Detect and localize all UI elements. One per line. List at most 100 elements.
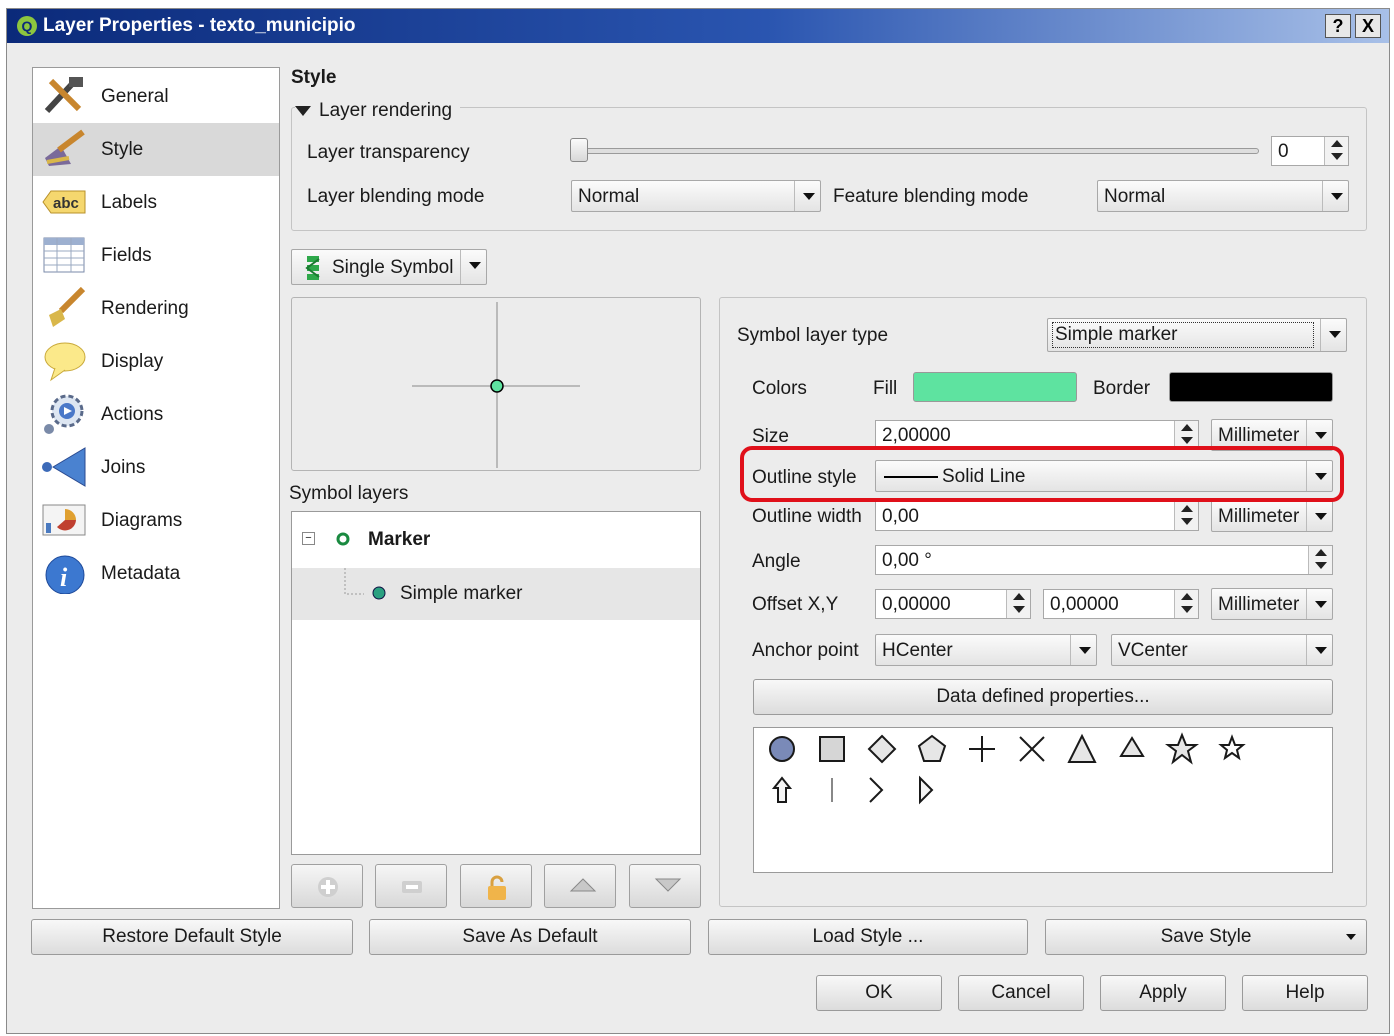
transparency-label: Layer transparency bbox=[307, 142, 470, 163]
transparency-spinbox[interactable]: 0 bbox=[1271, 136, 1349, 166]
outline-width-input[interactable]: 0,00 bbox=[875, 501, 1199, 531]
help-title-button[interactable]: ? bbox=[1325, 14, 1351, 38]
shape-x-icon[interactable] bbox=[1019, 736, 1045, 762]
shape-pentagon-icon[interactable] bbox=[917, 734, 947, 762]
cancel-button[interactable]: Cancel bbox=[958, 975, 1084, 1011]
layer-type-select[interactable]: Simple marker bbox=[1047, 318, 1347, 352]
renderer-select[interactable]: Single Symbol bbox=[291, 249, 487, 285]
labels-abc-icon: abc bbox=[42, 190, 86, 214]
lock-layer-button[interactable] bbox=[460, 864, 532, 908]
shape-cross-icon[interactable] bbox=[969, 736, 995, 762]
shape-circle-icon[interactable] bbox=[769, 736, 795, 762]
sidebar-item-label: Fields bbox=[101, 245, 152, 266]
fill-color-button[interactable] bbox=[913, 372, 1077, 402]
dropdown-arrow-icon bbox=[1306, 635, 1332, 665]
outline-width-unit-select[interactable]: Millimeter bbox=[1211, 500, 1333, 532]
sidebar-item-actions[interactable]: Actions bbox=[33, 388, 279, 441]
layer-rendering-toggle[interactable]: Layer rendering bbox=[295, 100, 461, 122]
offset-label: Offset X,Y bbox=[752, 594, 839, 615]
blending-label: Layer blending mode bbox=[307, 186, 485, 207]
anchor-v-select[interactable]: VCenter bbox=[1111, 634, 1333, 666]
shape-filled-arrowhead-icon[interactable] bbox=[919, 775, 934, 805]
remove-layer-button[interactable] bbox=[375, 864, 447, 908]
sidebar-item-rendering[interactable]: Rendering bbox=[33, 282, 279, 335]
sidebar-item-label: Labels bbox=[101, 192, 157, 213]
close-title-button[interactable]: X bbox=[1355, 14, 1381, 38]
anchor-label: Anchor point bbox=[752, 640, 859, 661]
border-color-button[interactable] bbox=[1169, 372, 1333, 402]
move-down-button[interactable] bbox=[629, 864, 701, 908]
dropdown-arrow-icon bbox=[1320, 319, 1346, 351]
spin-arrows-icon[interactable] bbox=[1174, 421, 1198, 449]
offset-x-input[interactable]: 0,00000 bbox=[875, 589, 1031, 619]
tree-item-marker[interactable]: − Marker bbox=[292, 514, 700, 566]
collapse-box-icon[interactable]: − bbox=[302, 532, 315, 545]
style-heading: Style bbox=[291, 67, 337, 88]
layer-rendering-label: Layer rendering bbox=[319, 100, 453, 121]
add-layer-button[interactable] bbox=[291, 864, 363, 908]
menu-arrow-icon bbox=[1346, 934, 1356, 940]
offset-x-value: 0,00000 bbox=[882, 594, 951, 615]
layer-blending-value: Normal bbox=[578, 186, 640, 207]
anchor-v-value: VCenter bbox=[1118, 640, 1188, 661]
tree-item-simple-marker[interactable]: Simple marker bbox=[292, 568, 700, 620]
save-style-button[interactable]: Save Style bbox=[1045, 919, 1367, 955]
outline-width-value: 0,00 bbox=[882, 506, 919, 527]
angle-input[interactable]: 0,00 ° bbox=[875, 545, 1333, 575]
dropdown-arrow-icon bbox=[1070, 635, 1096, 665]
spin-arrows-icon[interactable] bbox=[1308, 546, 1332, 574]
sidebar-item-label: Metadata bbox=[101, 563, 181, 584]
transparency-slider-handle[interactable] bbox=[570, 138, 588, 162]
sidebar-nav: General Style abc Labels Fields Renderin… bbox=[32, 67, 280, 909]
offset-y-input[interactable]: 0,00000 bbox=[1043, 589, 1199, 619]
shape-diamond-icon[interactable] bbox=[867, 734, 897, 764]
help-button[interactable]: Help bbox=[1242, 975, 1368, 1011]
spin-arrows-icon[interactable] bbox=[1174, 590, 1198, 618]
shape-arrowhead-icon[interactable] bbox=[869, 777, 884, 803]
transparency-slider-track[interactable] bbox=[579, 148, 1259, 154]
sidebar-item-display[interactable]: Display bbox=[33, 335, 279, 388]
sidebar-item-diagrams[interactable]: Diagrams bbox=[33, 494, 279, 547]
layer-blending-select[interactable]: Normal bbox=[571, 180, 821, 212]
sidebar-item-metadata[interactable]: i Metadata bbox=[33, 547, 279, 600]
outline-width-unit-value: Millimeter bbox=[1218, 506, 1300, 527]
load-style-button[interactable]: Load Style ... bbox=[708, 919, 1028, 955]
marker-preview-graphic bbox=[412, 302, 580, 468]
sidebar-item-joins[interactable]: Joins bbox=[33, 441, 279, 494]
ok-button[interactable]: OK bbox=[816, 975, 942, 1011]
svg-text:abc: abc bbox=[53, 195, 79, 212]
data-defined-properties-button[interactable]: Data defined properties... bbox=[753, 679, 1333, 715]
metadata-info-icon: i bbox=[45, 555, 85, 594]
save-as-default-button[interactable]: Save As Default bbox=[369, 919, 691, 955]
sidebar-item-fields[interactable]: Fields bbox=[33, 229, 279, 282]
marker-shape-list bbox=[753, 727, 1333, 873]
spin-arrows-icon[interactable] bbox=[1174, 502, 1198, 530]
feature-blending-select[interactable]: Normal bbox=[1097, 180, 1349, 212]
fill-label: Fill bbox=[873, 378, 898, 399]
window-title: Layer Properties - texto_municipio bbox=[43, 15, 356, 36]
spin-arrows-icon[interactable] bbox=[1006, 590, 1030, 618]
shape-equilateral-triangle-icon[interactable] bbox=[1119, 736, 1145, 757]
sidebar-item-style[interactable]: Style bbox=[33, 123, 279, 176]
shape-star-icon[interactable] bbox=[1165, 732, 1199, 765]
restore-default-style-button[interactable]: Restore Default Style bbox=[31, 919, 353, 955]
actions-gear-icon bbox=[44, 394, 84, 434]
shape-triangle-icon[interactable] bbox=[1067, 733, 1097, 763]
shape-square-icon[interactable] bbox=[819, 736, 845, 762]
anchor-h-select[interactable]: HCenter bbox=[875, 634, 1097, 666]
offset-unit-select[interactable]: Millimeter bbox=[1211, 588, 1333, 620]
sidebar-item-general[interactable]: General bbox=[33, 70, 279, 123]
save-style-label: Save Style bbox=[1160, 926, 1252, 947]
shape-arrow-icon[interactable] bbox=[771, 776, 793, 803]
diagrams-chart-icon bbox=[42, 504, 86, 536]
symbol-layers-label: Symbol layers bbox=[289, 483, 409, 504]
title-bar: Q Layer Properties - texto_municipio ? X bbox=[7, 9, 1389, 43]
move-up-icon bbox=[569, 878, 597, 892]
spin-arrows-icon[interactable] bbox=[1324, 137, 1348, 165]
sidebar-item-labels[interactable]: abc Labels bbox=[33, 176, 279, 229]
transparency-value: 0 bbox=[1278, 141, 1289, 162]
dropdown-arrow-icon bbox=[1322, 181, 1348, 211]
shape-regular-star-icon[interactable] bbox=[1218, 734, 1246, 761]
move-up-button[interactable] bbox=[544, 864, 616, 908]
apply-button[interactable]: Apply bbox=[1100, 975, 1226, 1011]
